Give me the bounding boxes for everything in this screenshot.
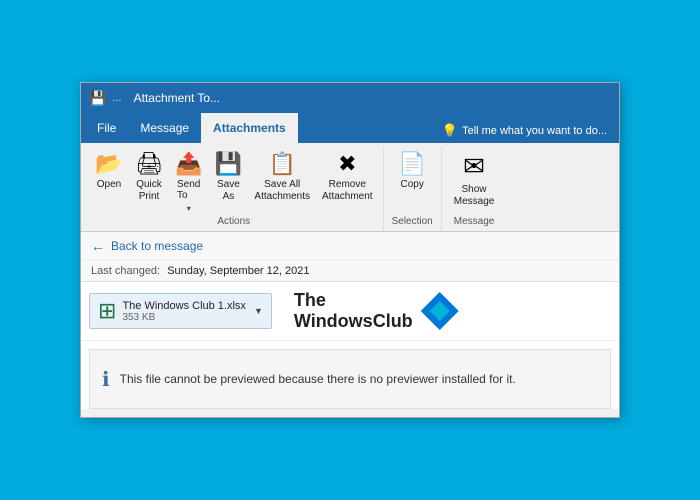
ribbon-group-message: ✉ ShowMessage Message bbox=[442, 147, 507, 231]
last-changed-label: Last changed: bbox=[91, 265, 160, 277]
open-button[interactable]: 📂 Open bbox=[89, 147, 129, 195]
back-arrow-icon: ← bbox=[91, 238, 105, 254]
file-info: The Windows Club 1.xlsx 353 KB bbox=[122, 300, 246, 323]
logo-text: The WindowsClub bbox=[294, 290, 413, 332]
window-title: Attachment To... bbox=[134, 91, 221, 105]
tab-file[interactable]: File bbox=[85, 113, 128, 143]
message-buttons: ✉ ShowMessage bbox=[446, 147, 503, 214]
show-message-label: ShowMessage bbox=[454, 184, 495, 208]
save-as-button[interactable]: 💾 SaveAs bbox=[208, 147, 248, 207]
remove-attachment-button[interactable]: ✖ RemoveAttachment bbox=[316, 147, 379, 207]
send-to-icon: 📤 bbox=[175, 151, 202, 177]
back-bar[interactable]: ← Back to message bbox=[81, 232, 619, 261]
send-to-label: SendTo bbox=[177, 179, 200, 201]
outlook-window: 💾 ... Attachment To... File Message Atta… bbox=[80, 82, 620, 418]
quick-print-button[interactable]: 🖨 QuickPrint bbox=[129, 147, 169, 207]
actions-group-label: Actions bbox=[89, 214, 379, 231]
attachment-item[interactable]: ⊞ The Windows Club 1.xlsx 353 KB ▼ bbox=[89, 293, 272, 329]
title-dots: ... bbox=[112, 92, 121, 104]
file-name: The Windows Club 1.xlsx bbox=[122, 300, 246, 312]
copy-button[interactable]: 📄 Copy bbox=[392, 147, 432, 195]
windows-club-logo: The WindowsClub bbox=[294, 290, 459, 332]
copy-icon: 📄 bbox=[398, 151, 425, 177]
save-all-button[interactable]: 📋 Save AllAttachments bbox=[248, 147, 316, 207]
selection-buttons: 📄 Copy bbox=[392, 147, 432, 214]
send-to-main[interactable]: 📤 SendTo bbox=[169, 147, 208, 203]
actions-buttons: 📂 Open 🖨 QuickPrint 📤 SendTo ▾ bbox=[89, 147, 379, 214]
show-message-button[interactable]: ✉ ShowMessage bbox=[446, 147, 503, 212]
open-label: Open bbox=[97, 179, 121, 191]
info-icon: ℹ bbox=[102, 367, 110, 392]
save-all-label: Save AllAttachments bbox=[254, 179, 310, 203]
last-changed-date: Sunday, September 12, 2021 bbox=[167, 265, 309, 277]
save-icon: 💾 bbox=[89, 90, 106, 107]
print-icon: 🖨 bbox=[135, 151, 163, 177]
show-message-icon: ✉ bbox=[463, 151, 485, 182]
bulb-icon: 💡 bbox=[442, 123, 458, 139]
ribbon-tabs: File Message Attachments 💡 Tell me what … bbox=[81, 113, 619, 143]
copy-label: Copy bbox=[400, 179, 423, 191]
back-label[interactable]: Back to message bbox=[111, 239, 203, 253]
remove-icon: ✖ bbox=[338, 151, 356, 177]
tab-tell-me[interactable]: 💡 Tell me what you want to do... bbox=[434, 119, 615, 143]
tab-message[interactable]: Message bbox=[128, 113, 201, 143]
excel-icon: ⊞ bbox=[98, 298, 116, 324]
preview-text: This file cannot be previewed because th… bbox=[120, 372, 516, 386]
quick-print-label: QuickPrint bbox=[136, 179, 162, 203]
remove-label: RemoveAttachment bbox=[322, 179, 373, 203]
send-to-arrow[interactable]: ▾ bbox=[181, 203, 197, 214]
save-all-icon: 📋 bbox=[269, 151, 296, 177]
open-icon: 📂 bbox=[95, 151, 122, 177]
save-as-icon: 💾 bbox=[215, 151, 242, 177]
selection-group-label: Selection bbox=[388, 214, 437, 231]
tab-attachments[interactable]: Attachments bbox=[201, 113, 298, 143]
attachment-dropdown-arrow[interactable]: ▼ bbox=[254, 306, 263, 316]
send-to-button[interactable]: 📤 SendTo ▾ bbox=[169, 147, 208, 214]
ribbon-area: 📂 Open 🖨 QuickPrint 📤 SendTo ▾ bbox=[81, 143, 619, 232]
title-bar: 💾 ... Attachment To... bbox=[81, 83, 619, 113]
ribbon-group-actions: 📂 Open 🖨 QuickPrint 📤 SendTo ▾ bbox=[85, 147, 384, 231]
content-area: ← Back to message Last changed: Sunday, … bbox=[81, 232, 619, 409]
save-as-label: SaveAs bbox=[217, 179, 240, 203]
preview-area: ℹ This file cannot be previewed because … bbox=[89, 349, 611, 409]
message-group-label: Message bbox=[446, 214, 503, 231]
attachment-area: ⊞ The Windows Club 1.xlsx 353 KB ▼ The W… bbox=[81, 282, 619, 341]
ribbon-group-selection: 📄 Copy Selection bbox=[384, 147, 442, 231]
last-changed-bar: Last changed: Sunday, September 12, 2021 bbox=[81, 261, 619, 282]
file-size: 353 KB bbox=[122, 312, 246, 323]
